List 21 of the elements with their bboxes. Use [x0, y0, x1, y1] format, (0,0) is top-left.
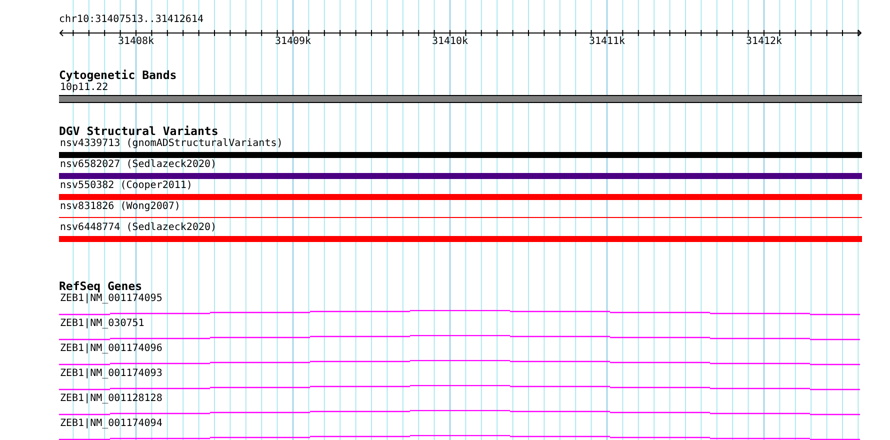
gene-label: ZEB1|NM_001128128 [59, 393, 162, 405]
variant-label: nsv6582027 (Sedlazeck2020) [59, 159, 217, 171]
gene-label: ZEB1|NM_030751 [59, 318, 144, 330]
ruler-label: 31411k [588, 36, 626, 47]
track-title: DGV Structural Variants [59, 125, 218, 138]
variant-label: nsv550382 (Cooper2011) [59, 180, 192, 192]
gene-label: ZEB1|NM_001174093 [59, 368, 162, 380]
track-title: RefSeq Genes [59, 280, 142, 293]
variant-label: nsv4339713 (gnomADStructuralVariants) [59, 138, 283, 150]
gene-label: ZEB1|NM_001174095 [59, 293, 162, 305]
ruler-label: 31410k [432, 36, 468, 47]
track-title: Cytogenetic Bands [59, 69, 177, 82]
variant-label: nsv6448774 (Sedlazeck2020) [59, 222, 217, 234]
band-label: 10p11.22 [59, 82, 108, 94]
gene-label: ZEB1|NM_001174094 [59, 418, 162, 430]
variant-label: nsv831826 (Wong2007) [59, 201, 180, 213]
ruler-label: 31409k [274, 36, 312, 47]
location-label: chr10:31407513..31412614 [59, 14, 204, 26]
ruler-label: 31408k [118, 36, 154, 47]
ruler-label: 31412k [746, 36, 782, 47]
gene-label: ZEB1|NM_001174096 [59, 343, 162, 355]
